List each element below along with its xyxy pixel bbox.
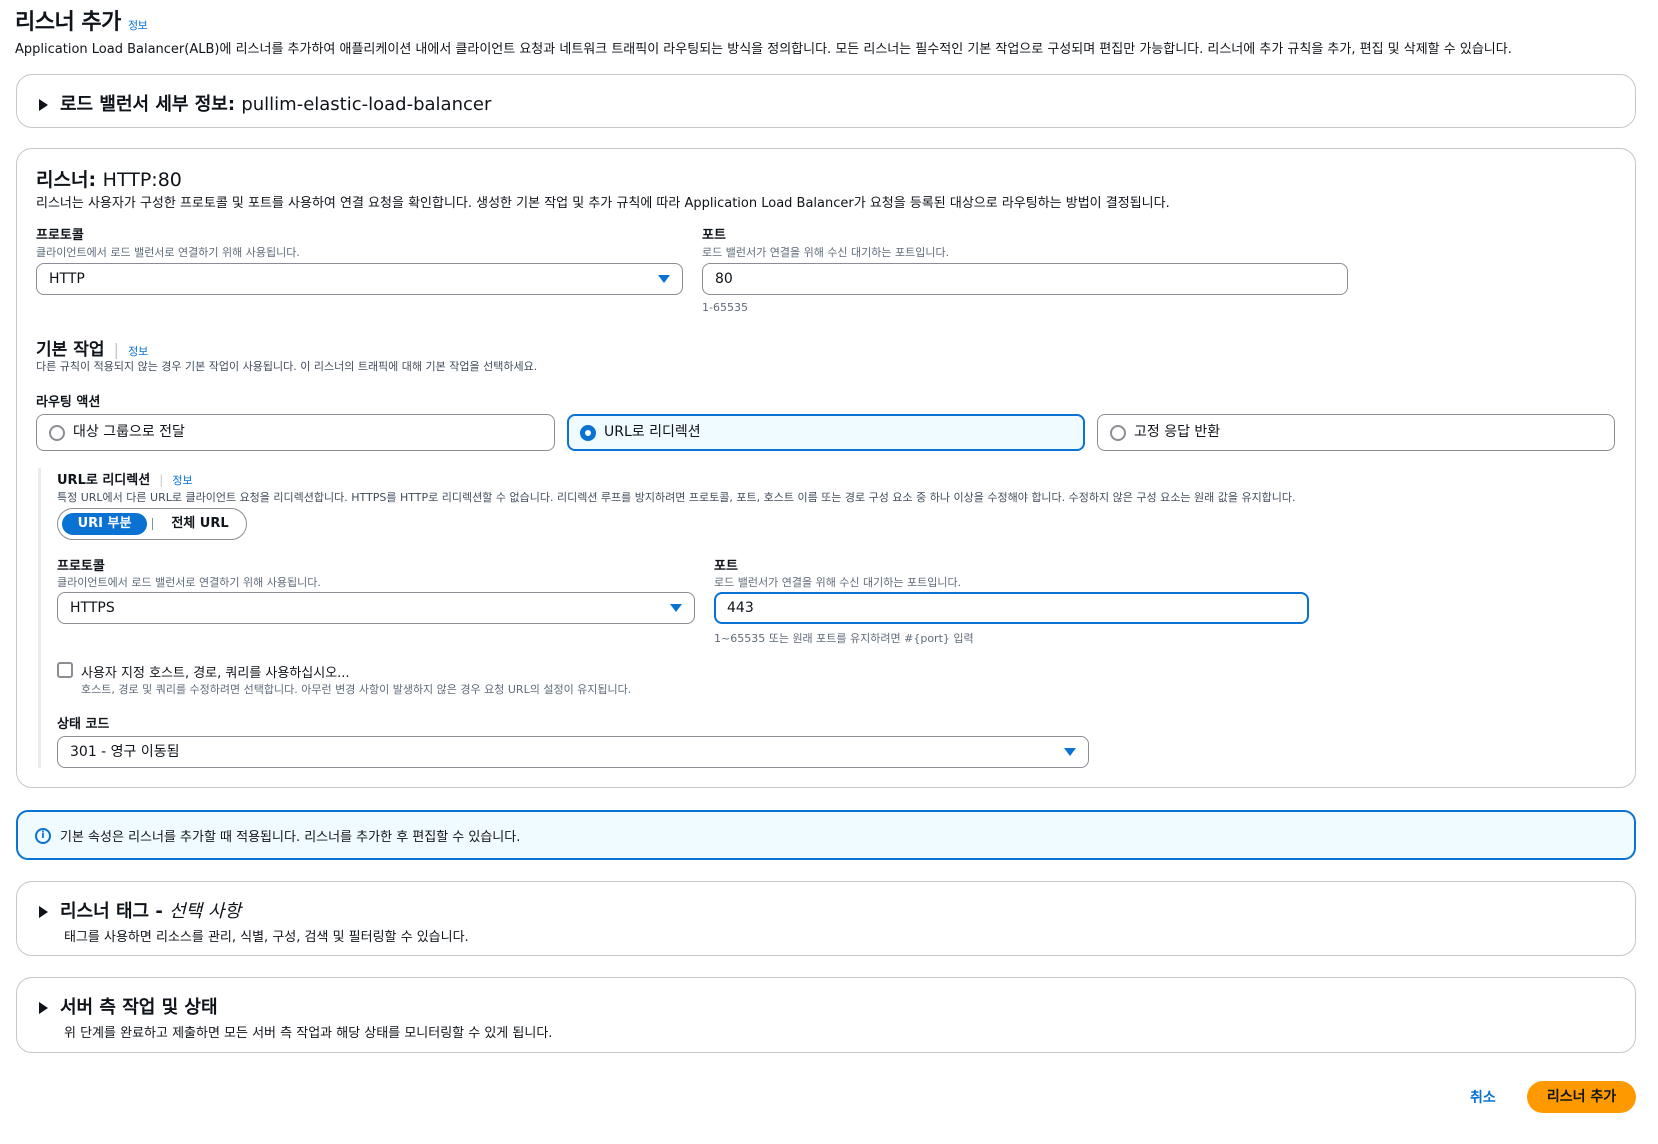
- default-action-info-link[interactable]: 정보: [128, 345, 148, 358]
- radio-button[interactable]: [1110, 425, 1126, 441]
- routing-option-label: URL로 리디렉션: [604, 424, 701, 440]
- port-label: 포트: [702, 228, 726, 243]
- page-title: 리스너 추가 정보: [15, 4, 148, 36]
- default-action-header: 기본 작업 | 정보: [36, 335, 148, 360]
- redirect-port-input[interactable]: 443: [714, 592, 1309, 624]
- caret-right-icon: [39, 906, 48, 918]
- title-divider: |: [113, 340, 119, 359]
- lb-details-header[interactable]: 로드 밸런서 세부 정보: pullim-elastic-load-balanc…: [39, 90, 491, 116]
- listener-tags-optional: 선택 사항: [169, 901, 242, 922]
- lb-details-value: pullim-elastic-load-balancer: [241, 94, 492, 115]
- protocol-label: 프로토콜: [36, 228, 84, 243]
- segment-full-url[interactable]: 전체 URL: [158, 513, 242, 535]
- routing-option-fixed-response[interactable]: 고정 응답 반환: [1097, 414, 1615, 451]
- radio-button-selected[interactable]: [580, 425, 596, 441]
- info-alert: i 기본 속성은 리스너를 추가할 때 적용됩니다. 리스너를 추가한 후 편집…: [16, 810, 1636, 860]
- listener-description: 리스너는 사용자가 구성한 프로토콜 및 포트를 사용하여 연결 요청을 확인합…: [36, 196, 1170, 211]
- routing-action-label: 라우팅 액션: [36, 395, 101, 410]
- status-code-label: 상태 코드: [57, 717, 110, 732]
- redirect-port-hint: 로드 밸런서가 연결을 위해 수신 대기하는 포트입니다.: [714, 576, 962, 589]
- dropdown-caret-icon: [1064, 748, 1076, 756]
- status-code-select[interactable]: 301 - 영구 이동됨: [57, 736, 1089, 768]
- listener-tags-panel[interactable]: 리스너 태그 - 선택 사항 태그를 사용하면 리소스를 관리, 식별, 구성,…: [16, 881, 1636, 956]
- dropdown-caret-icon: [658, 275, 670, 283]
- redirect-port-label: 포트: [714, 559, 738, 574]
- port-input-value: 80: [715, 271, 733, 287]
- title-divider: |: [159, 473, 164, 487]
- listener-tags-description: 태그를 사용하면 리소스를 관리, 식별, 구성, 검색 및 필터링할 수 있습…: [64, 930, 469, 945]
- server-side-title: 서버 측 작업 및 상태: [60, 997, 218, 1018]
- cancel-button[interactable]: 취소: [1470, 1087, 1496, 1107]
- routing-option-redirect[interactable]: URL로 리디렉션: [567, 414, 1085, 451]
- caret-right-icon: [39, 1002, 48, 1014]
- listener-tags-header[interactable]: 리스너 태그 - 선택 사항: [39, 897, 241, 923]
- custom-host-path-query-checkbox[interactable]: [57, 662, 73, 678]
- server-side-header[interactable]: 서버 측 작업 및 상태: [39, 993, 218, 1019]
- protocol-hint: 클라이언트에서 로드 밸런서로 연결하기 위해 사용됩니다.: [36, 246, 300, 259]
- add-listener-button[interactable]: 리스너 추가: [1527, 1081, 1636, 1113]
- radio-button[interactable]: [49, 425, 65, 441]
- protocol-select-value: HTTP: [49, 271, 85, 287]
- port-input[interactable]: 80: [702, 263, 1348, 295]
- protocol-select[interactable]: HTTP: [36, 263, 683, 295]
- listener-tags-title: 리스너 태그 -: [60, 901, 163, 922]
- listener-title-value: HTTP:80: [102, 169, 182, 191]
- segment-divider: [152, 518, 153, 530]
- port-constraint: 1-65535: [702, 301, 748, 314]
- custom-host-path-query-label[interactable]: 사용자 지정 호스트, 경로, 쿼리를 사용하십시오...: [81, 662, 350, 681]
- default-action-description: 다른 규칙이 적용되지 않는 경우 기본 작업이 사용됩니다. 이 리스너의 트…: [36, 360, 538, 373]
- redirect-description: 특정 URL에서 다른 URL로 클라이언트 요청을 리디렉션합니다. HTTP…: [57, 491, 1296, 504]
- port-hint: 로드 밸런서가 연결을 위해 수신 대기하는 포트입니다.: [702, 246, 950, 259]
- redirect-title: URL로 리디렉션: [57, 473, 151, 488]
- title-info-link[interactable]: 정보: [128, 19, 148, 32]
- redirect-protocol-value: HTTPS: [70, 600, 115, 616]
- segment-uri-parts[interactable]: URI 부분: [62, 513, 147, 535]
- redirect-protocol-label: 프로토콜: [57, 559, 105, 574]
- routing-option-label: 고정 응답 반환: [1134, 424, 1221, 440]
- listener-title: 리스너: HTTP:80: [36, 165, 182, 192]
- caret-right-icon: [39, 99, 48, 111]
- default-action-title: 기본 작업: [36, 340, 105, 360]
- redirect-header: URL로 리디렉션 | 정보: [57, 469, 193, 488]
- custom-host-path-query-hint: 호스트, 경로 및 쿼리를 수정하려면 선택합니다. 아무런 변경 사항이 발생…: [81, 683, 632, 696]
- lb-details-label: 로드 밸런서 세부 정보:: [60, 94, 236, 115]
- redirect-protocol-select[interactable]: HTTPS: [57, 592, 695, 624]
- redirect-protocol-hint: 클라이언트에서 로드 밸런서로 연결하기 위해 사용됩니다.: [57, 576, 321, 589]
- redirect-port-value: 443: [727, 600, 754, 616]
- page-description: Application Load Balancer(ALB)에 리스너를 추가하…: [15, 42, 1512, 57]
- routing-option-forward[interactable]: 대상 그룹으로 전달: [36, 414, 555, 451]
- lb-details-panel[interactable]: 로드 밸런서 세부 정보: pullim-elastic-load-balanc…: [16, 74, 1636, 128]
- redirect-mode-segmented-control: URI 부분 전체 URL: [57, 508, 247, 540]
- redirect-indent-bar: [38, 468, 41, 768]
- server-side-description: 위 단계를 완료하고 제출하면 모든 서버 측 작업과 해당 상태를 모니터링할…: [64, 1026, 553, 1041]
- redirect-info-link[interactable]: 정보: [172, 474, 192, 487]
- routing-option-label: 대상 그룹으로 전달: [73, 424, 185, 440]
- redirect-port-constraint: 1~65535 또는 원래 포트를 유지하려면 #{port} 입력: [714, 632, 974, 645]
- info-icon: i: [35, 828, 51, 844]
- listener-title-label: 리스너:: [36, 169, 97, 191]
- status-code-value: 301 - 영구 이동됨: [70, 744, 180, 760]
- server-side-panel[interactable]: 서버 측 작업 및 상태 위 단계를 완료하고 제출하면 모든 서버 측 작업과…: [16, 977, 1636, 1053]
- page-title-text: 리스너 추가: [15, 10, 121, 35]
- info-alert-text: 기본 속성은 리스너를 추가할 때 적용됩니다. 리스너를 추가한 후 편집할 …: [60, 830, 521, 845]
- dropdown-caret-icon: [670, 604, 682, 612]
